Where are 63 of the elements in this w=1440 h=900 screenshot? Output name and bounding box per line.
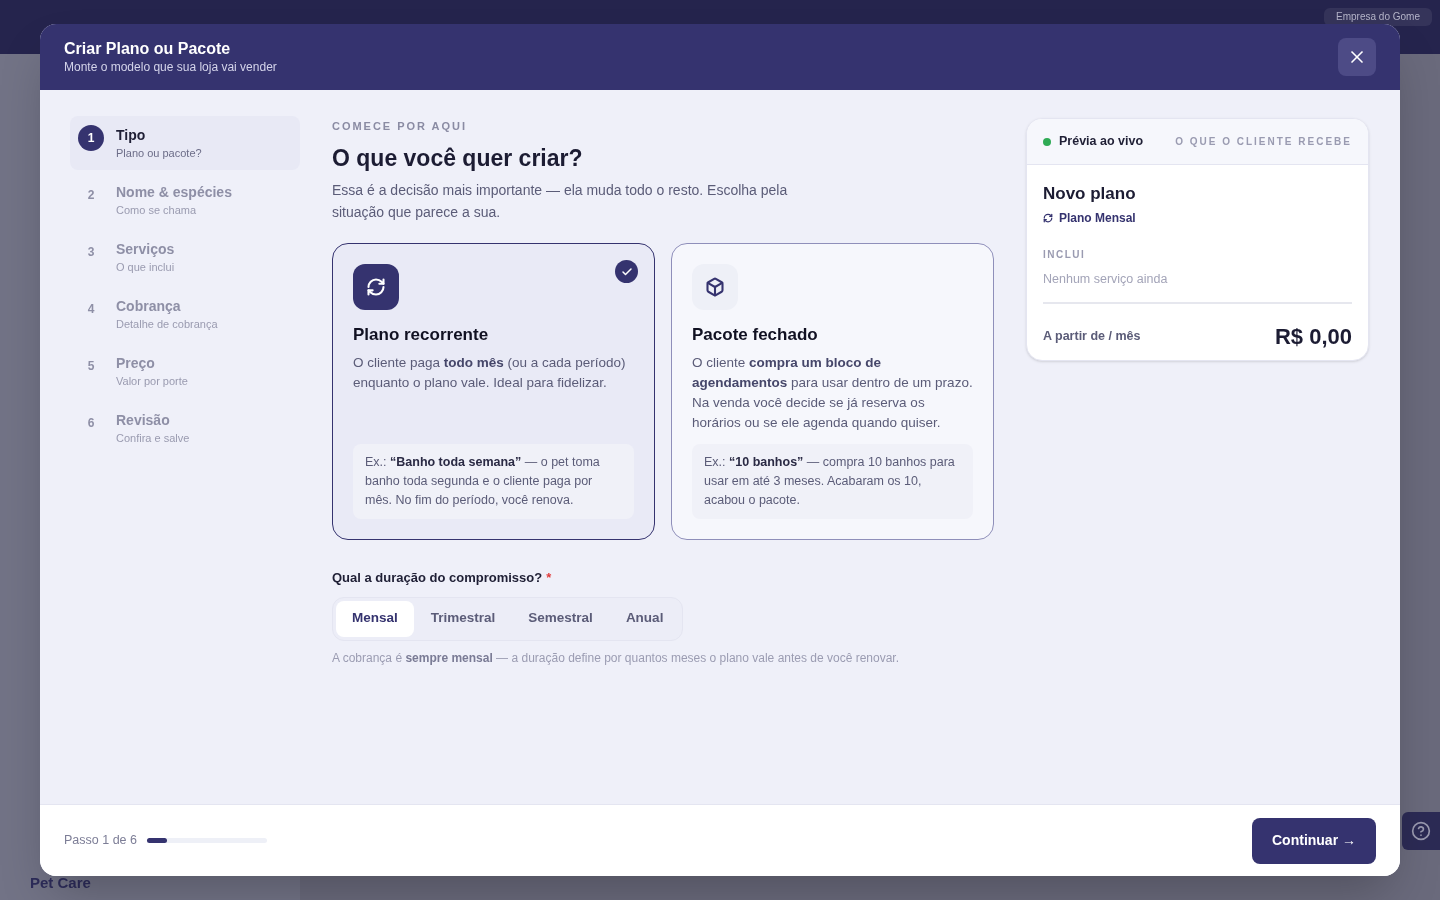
- option-title: Pacote fechado: [692, 324, 819, 346]
- duration-tab[interactable]: Trimestral: [414, 600, 512, 637]
- eyebrow-label: COMECE POR AQUI: [332, 119, 469, 134]
- plan-type: Plano Mensal: [1059, 209, 1136, 227]
- step-item[interactable]: 1 Tipo Plano ou pacote?: [70, 116, 300, 170]
- step-item[interactable]: 4 Cobrança Detalhe de cobrança: [70, 287, 300, 341]
- includes-empty-text: Nenhum serviço ainda: [1043, 270, 1169, 288]
- step-subtitle: Valor por porte: [116, 374, 188, 389]
- duration-tab[interactable]: Mensal: [336, 600, 414, 637]
- step-subtitle: Detalhe de cobrança: [116, 317, 218, 332]
- duration-hint: A cobrança é sempre mensal — a duração define por quantos meses o plano vale antes de você renovar.: [332, 649, 901, 667]
- preview-caption: O QUE O CLIENTE RECEBE: [1175, 135, 1352, 149]
- step-title: Cobrança: [116, 297, 182, 316]
- step-number: 3: [86, 244, 96, 261]
- step-number: 5: [86, 358, 96, 375]
- sidebar-section-label: Pet Care: [30, 873, 91, 893]
- option-description: O cliente compra um bloco de agendamentos para usar dentro de um prazo. Na venda você decide se já reserva os horários ou se ele agenda quando quiser.: [692, 353, 973, 432]
- step-title: Revisão: [116, 411, 171, 430]
- step-title: Tipo: [116, 126, 147, 145]
- step-title: Preço: [116, 354, 156, 373]
- heading: O que você quer criar?: [332, 143, 584, 173]
- step-number: 6: [86, 415, 96, 432]
- refresh-icon: [353, 264, 399, 310]
- company-name: Empresa do Gome: [1324, 8, 1432, 26]
- example-box: Ex.: “Banho toda semana” — o pet toma banho toda segunda e o cliente paga por mês. No fim do período, você renova.: [353, 444, 634, 519]
- option-description: O cliente paga todo mês (ou a cada período) enquanto o plano vale. Ideal para fidelizar.: [353, 353, 627, 392]
- duration-tab[interactable]: Anual: [609, 600, 680, 637]
- step-item[interactable]: 2 Nome & espécies Como se chama: [70, 173, 300, 227]
- step-subtitle: Como se chama: [116, 203, 198, 218]
- required-mark: *: [546, 569, 552, 587]
- step-subtitle: O que inclui: [116, 260, 175, 275]
- box-icon: [692, 264, 738, 310]
- step-counter: Passo 1 de 6: [64, 832, 137, 850]
- refresh-icon: [1043, 212, 1053, 223]
- intro-text: Essa é a decisão mais importante — ela muda todo o resto. Escolha pela situação que parece a sua.: [332, 181, 789, 222]
- plan-name: Novo plano: [1043, 183, 1137, 205]
- dialog-subtitle: Monte o modelo que sua loja vai vender: [64, 59, 277, 75]
- step-number: 2: [86, 187, 96, 204]
- price-label: A partir de / mês: [1043, 328, 1141, 346]
- option-card[interactable]: [671, 243, 994, 540]
- help-icon: [1411, 821, 1431, 841]
- close-button[interactable]: [1338, 38, 1376, 76]
- check-icon: [615, 260, 638, 283]
- step-number: 4: [86, 301, 96, 318]
- step-number: 1: [78, 125, 104, 151]
- duration-tab[interactable]: Semestral: [512, 600, 609, 637]
- help-button[interactable]: [1402, 812, 1440, 850]
- step-title: Serviços: [116, 240, 175, 259]
- includes-label: INCLUI: [1043, 247, 1087, 262]
- option-title: Plano recorrente: [353, 324, 490, 346]
- dialog-title: Criar Plano ou Pacote: [64, 39, 232, 59]
- example-box: Ex.: “10 banhos” — compra 10 banhos para usar em até 3 meses. Acabaram os 10, acabou o pacote.: [692, 444, 973, 519]
- duration-label: Qual a duração do compromisso?: [332, 569, 543, 587]
- step-item[interactable]: 5 Preço Valor por porte: [70, 344, 300, 398]
- price: R$ 0,00: [1274, 323, 1352, 352]
- step-item[interactable]: 3 Serviços O que inclui: [70, 230, 300, 284]
- option-card[interactable]: [332, 243, 655, 540]
- continue-button[interactable]: Continuar →: [1252, 817, 1376, 864]
- step-item[interactable]: 6 Revisão Confira e salve: [70, 401, 300, 455]
- step-subtitle: Confira e salve: [116, 431, 190, 446]
- live-label: Prévia ao vivo: [1059, 133, 1144, 151]
- step-title: Nome & espécies: [116, 183, 232, 202]
- step-subtitle: Plano ou pacote?: [116, 146, 202, 161]
